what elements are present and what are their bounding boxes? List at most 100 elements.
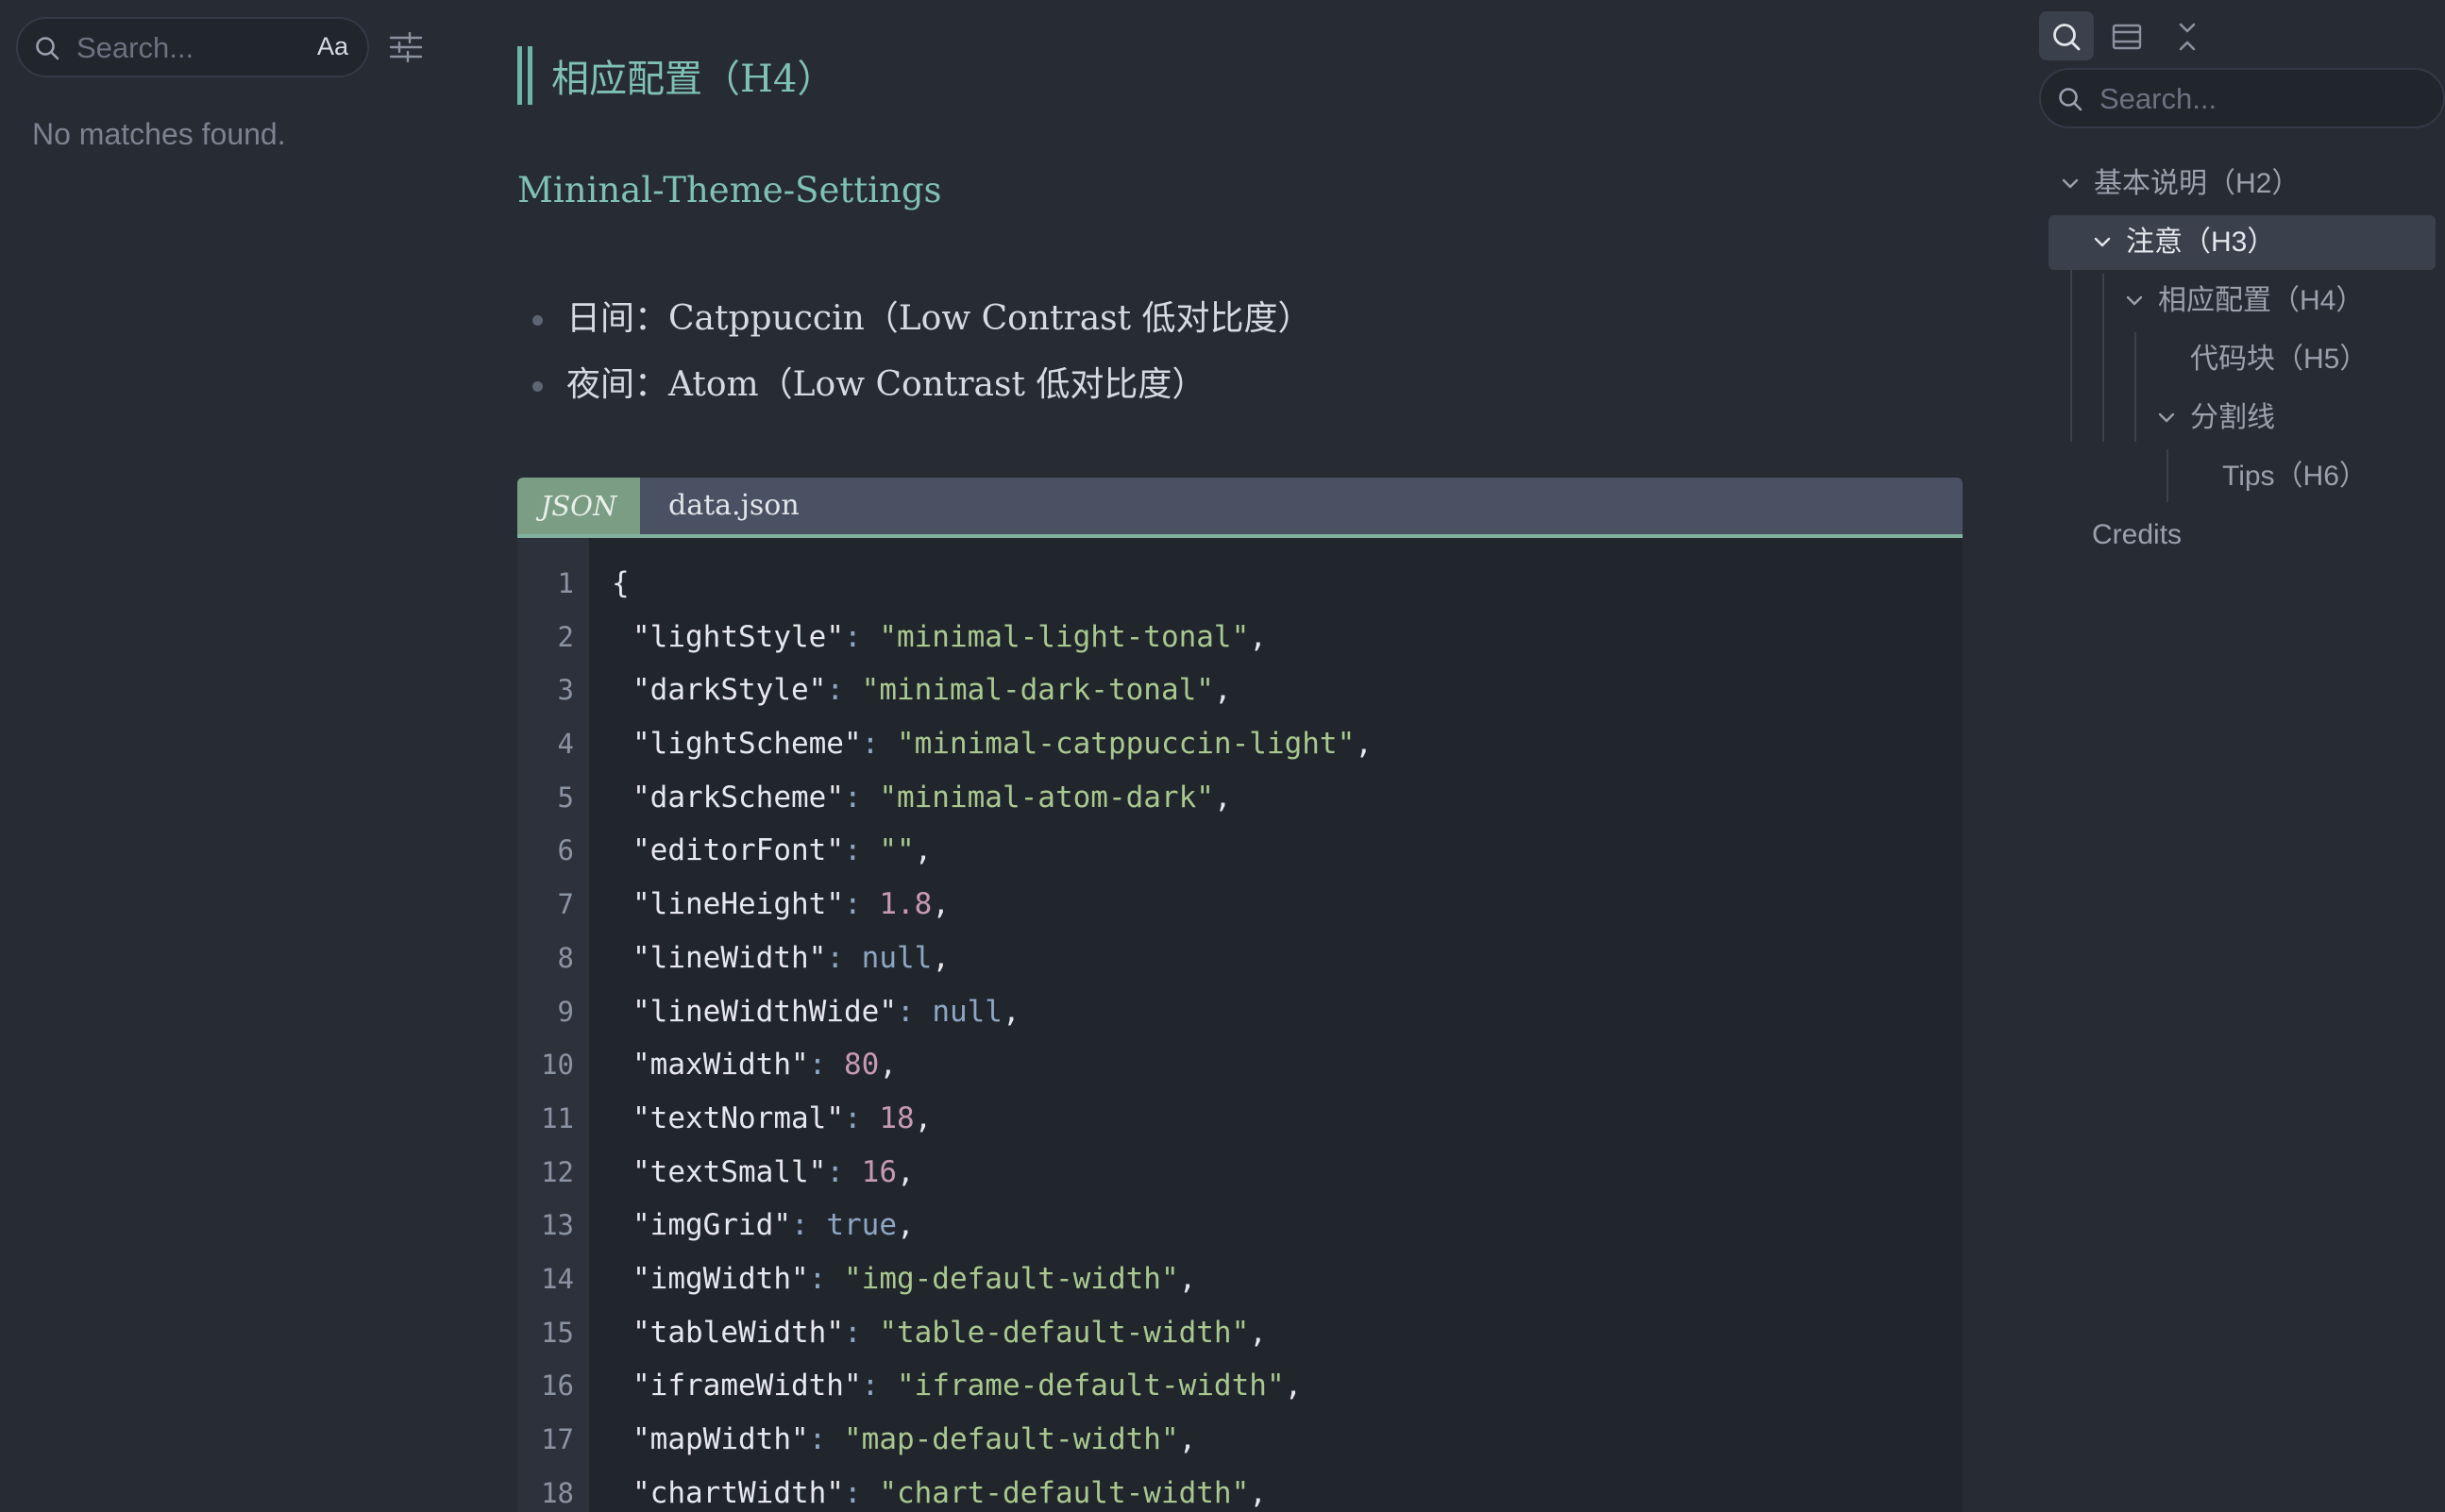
json-key: lightStyle — [649, 619, 827, 654]
outline-panel: 基本说明（H2） 注意（H3） 相应配置（H4） 代码块（H5） 分割线 Tip… — [2039, 0, 2445, 1512]
theme-list: 日间：Catppuccin（Low Contrast 低对比度） 夜间：Atom… — [517, 289, 1312, 421]
code-line: 2 "lightStyle": "minimal-light-tonal", — [517, 611, 1963, 664]
code-line: 6 "editorFont": "", — [517, 824, 1963, 878]
json-key: darkStyle — [649, 673, 809, 708]
outline-item-h5[interactable]: 代码块（H5） — [2190, 332, 2368, 387]
code-line: 14 "imgWidth": "img-default-width", — [517, 1252, 1963, 1306]
tree-guide-line — [2102, 274, 2104, 442]
line-number: 10 — [541, 1049, 574, 1082]
code-lines: 1{2 "lightStyle": "minimal-light-tonal", 3… — [517, 557, 1963, 1512]
list-item: 日间：Catppuccin（Low Contrast 低对比度） — [517, 289, 1312, 355]
json-key: iframeWidth — [649, 1369, 844, 1403]
left-search-panel: Aa No matches found. — [0, 0, 463, 1512]
code-language-label: JSON — [517, 478, 640, 534]
no-matches-message: No matches found. — [32, 117, 286, 151]
code-line-content: "editorFont": "", — [632, 833, 933, 868]
chevron-down-icon[interactable] — [2060, 173, 2081, 193]
line-number: 18 — [541, 1476, 574, 1509]
chevron-down-icon[interactable] — [2156, 407, 2177, 428]
json-value: null — [932, 994, 1003, 1029]
code-line: 10 "maxWidth": 80, — [517, 1038, 1963, 1092]
code-line-content: "imgGrid": true, — [632, 1208, 915, 1243]
editor-pane[interactable]: 相应配置（H4） Mininal-Theme-Settings 日间：Catpp… — [463, 0, 2006, 1512]
heading-h4: 相应配置（H4） — [517, 45, 835, 106]
search-settings-icon[interactable] — [389, 32, 423, 62]
outline-item-label: 代码块（H5） — [2190, 344, 2369, 375]
app-window: Aa No matches found. 相应配置（H4） Mininal-Th… — [0, 0, 2445, 1512]
code-line-content: "lightScheme": "minimal-catppuccin-light… — [632, 727, 1373, 762]
line-number: 16 — [541, 1369, 574, 1403]
code-line: 12 "textSmall": 16, — [517, 1146, 1963, 1200]
json-value: null — [861, 940, 933, 975]
json-value: chart-default-width — [896, 1475, 1232, 1510]
code-line: 17 "mapWidth": "map-default-width", — [517, 1413, 1963, 1467]
outline-item-label: 分割线 — [2190, 402, 2275, 433]
json-value: map-default-width — [861, 1422, 1161, 1456]
outline-item-label: 相应配置（H4） — [2158, 285, 2365, 316]
layout-toggle-button[interactable] — [2099, 11, 2154, 60]
code-line: 15 "tableWidth": "table-default-width", — [517, 1306, 1963, 1360]
code-line: 11 "textNormal": 18, — [517, 1092, 1963, 1146]
line-number: 15 — [541, 1316, 574, 1349]
code-line: 3 "darkStyle": "minimal-dark-tonal", — [517, 664, 1963, 717]
outline-item-label: Credits — [2092, 519, 2183, 550]
outline-item-label: 注意（H3） — [2126, 227, 2276, 258]
code-line-content: "darkStyle": "minimal-dark-tonal", — [632, 673, 1232, 708]
code-block[interactable]: JSON data.json 1{2 "lightStyle": "minimal… — [517, 478, 1963, 1512]
code-line-content: "textNormal": 18, — [632, 1100, 933, 1135]
list-item-text: 日间：Catppuccin（Low Contrast 低对比度） — [566, 299, 1312, 338]
outline-item-h2[interactable]: 基本说明（H2） — [2060, 157, 2437, 211]
json-key: chartWidth — [649, 1475, 827, 1510]
line-number: 9 — [557, 995, 574, 1028]
code-line: 18 "chartWidth": "chart-default-width", — [517, 1467, 1963, 1512]
json-value: 1.8 — [879, 887, 933, 922]
match-case-button[interactable]: Aa — [317, 32, 348, 61]
line-number: 2 — [557, 620, 574, 653]
outline-search-input[interactable] — [2098, 77, 2422, 121]
outline-item-divider[interactable]: 分割线 — [2156, 391, 2275, 445]
heading-marker — [517, 46, 532, 105]
line-number: 8 — [557, 941, 574, 974]
json-value: 80 — [843, 1048, 880, 1083]
code-line: 13 "imgGrid": true, — [517, 1199, 1963, 1252]
code-line-content: "iframeWidth": "iframe-default-width", — [632, 1369, 1303, 1403]
code-line-content: "maxWidth": 80, — [632, 1048, 897, 1083]
outline-item-h4[interactable]: 相应配置（H4） — [2124, 274, 2364, 328]
json-value: minimal-atom-dark — [896, 780, 1197, 815]
json-key: maxWidth — [649, 1048, 791, 1083]
json-key: textNormal — [649, 1100, 827, 1135]
code-line: 9 "lineWidthWide": null, — [517, 985, 1963, 1039]
json-key: lineWidthWide — [649, 994, 880, 1029]
outline-item-credits[interactable]: Credits — [2092, 508, 2182, 563]
json-key: imgGrid — [649, 1208, 774, 1243]
collapse-all-button[interactable] — [2160, 11, 2215, 60]
outline-search-box[interactable] — [2039, 68, 2445, 128]
heading-h4-text: 相应配置（H4） — [551, 58, 835, 101]
code-line: 4 "lightScheme": "minimal-catppuccin-ligh… — [517, 717, 1963, 771]
json-key: lineHeight — [649, 887, 827, 922]
code-line-content: "lineWidthWide": null, — [632, 994, 1020, 1029]
line-number: 3 — [557, 674, 574, 707]
theme-settings-heading: Mininal-Theme-Settings — [517, 170, 942, 210]
code-line: 16 "iframeWidth": "iframe-default-width", — [517, 1359, 1963, 1413]
tree-guide-line — [2134, 332, 2136, 442]
code-file-name: data.json — [668, 489, 800, 522]
outline-item-label: Tips（H6） — [2222, 461, 2368, 492]
code-line: 1{ — [517, 557, 1963, 611]
code-line-content: "mapWidth": "map-default-width", — [632, 1422, 1197, 1456]
search-box[interactable]: Aa — [16, 17, 369, 77]
line-number: 11 — [541, 1101, 574, 1134]
outline-item-h3[interactable]: 注意（H3） — [2049, 215, 2436, 270]
chevron-down-icon[interactable] — [2092, 231, 2113, 252]
line-number: 1 — [557, 567, 574, 599]
json-value: minimal-catppuccin-light — [914, 727, 1338, 762]
json-key: mapWidth — [649, 1422, 791, 1456]
json-value: table-default-width — [896, 1315, 1232, 1350]
code-line-content: "lineWidth": null, — [632, 940, 950, 975]
line-number: 7 — [557, 888, 574, 921]
search-input[interactable] — [75, 26, 305, 70]
outline-item-h6[interactable]: Tips（H6） — [2222, 449, 2368, 504]
search-toggle-button[interactable] — [2039, 11, 2094, 60]
line-number: 13 — [541, 1209, 574, 1242]
chevron-down-icon[interactable] — [2124, 290, 2145, 311]
